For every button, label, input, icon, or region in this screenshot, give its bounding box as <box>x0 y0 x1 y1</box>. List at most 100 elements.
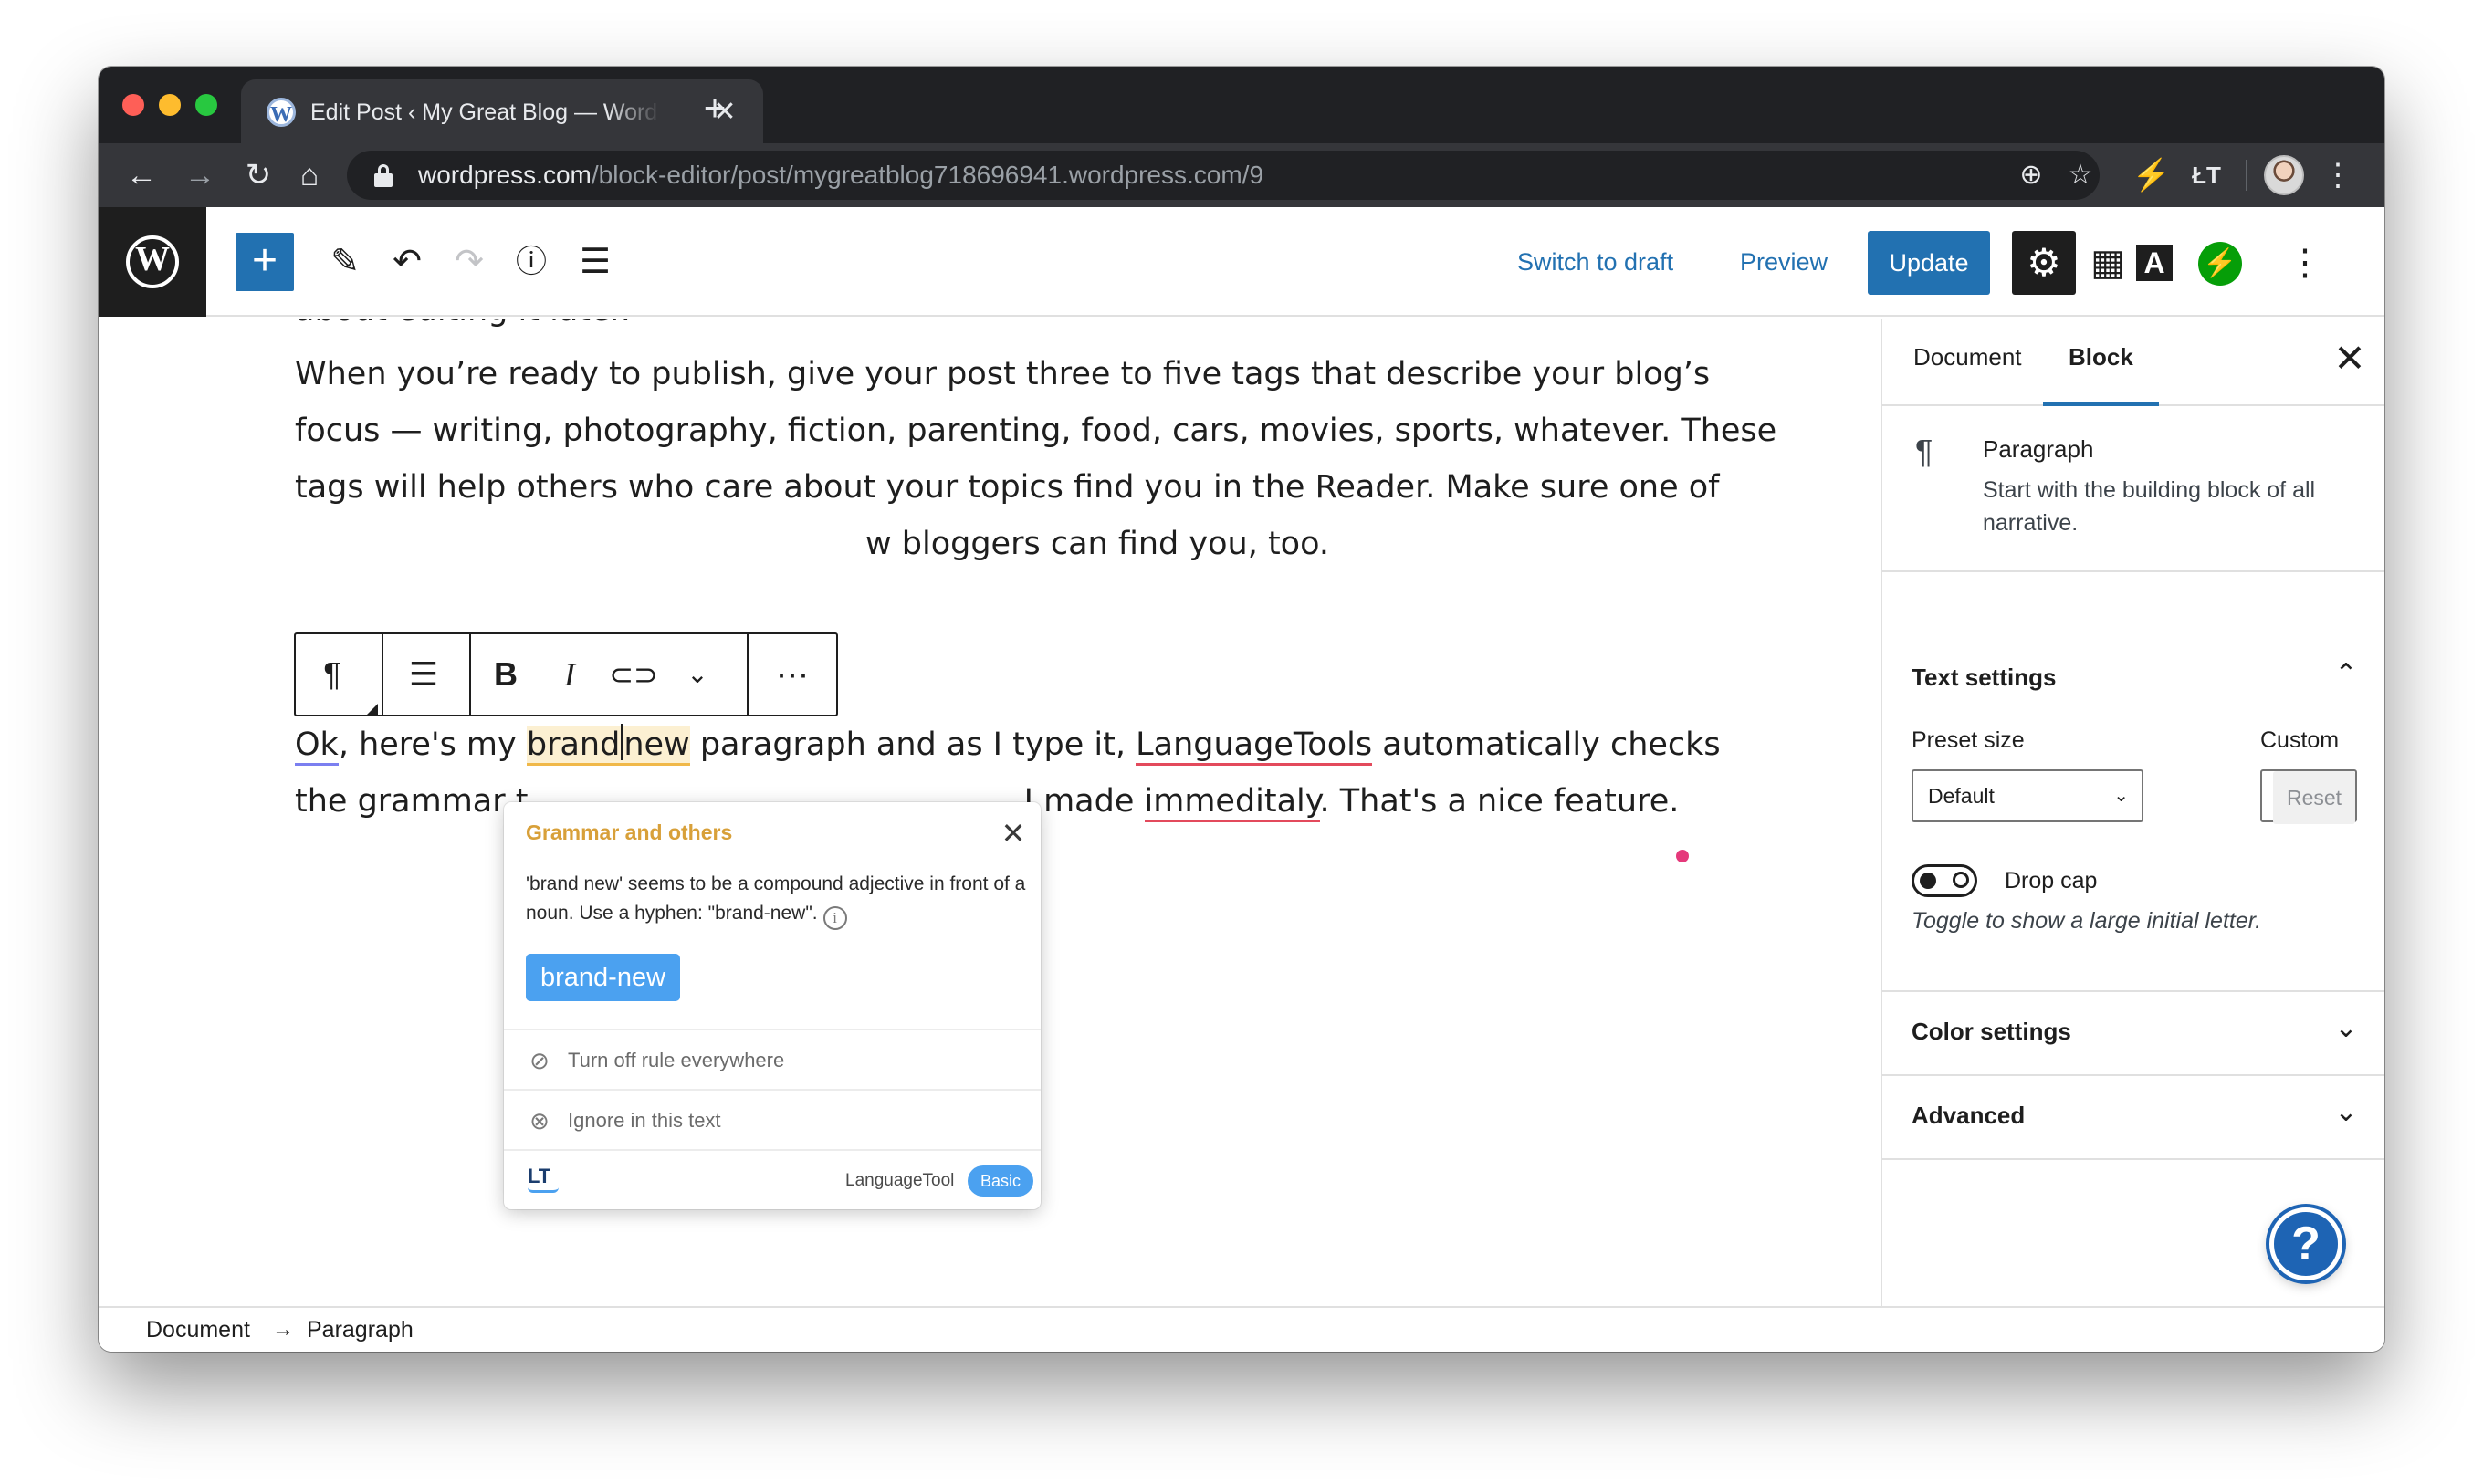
help-button[interactable]: ? <box>2269 1207 2342 1280</box>
paragraph-line: Ok, here's my brand new paragraph and as … <box>295 716 1838 773</box>
previous-paragraph[interactable]: about editing it later. <box>295 319 1838 339</box>
grammar-issue-word[interactable]: brand new <box>526 724 690 766</box>
sidebar-tabs: Document Block ✕ <box>1882 319 2384 406</box>
chevron-down-icon[interactable]: ⌄ <box>2328 1010 2364 1047</box>
languagetool-status-dot[interactable] <box>1676 850 1689 862</box>
editor-header: W + ✎ ↶ ↷ ⓘ ☰ Switch to draft Preview Up… <box>99 207 2384 317</box>
spelling-issue-word[interactable]: LanguageTools <box>1136 726 1373 766</box>
minimize-window-button[interactable] <box>159 94 181 116</box>
more-options-icon[interactable]: ⋮ <box>2273 231 2337 295</box>
settings-gear-icon[interactable]: ⚙ <box>2012 231 2076 295</box>
add-block-button[interactable]: + <box>236 233 294 291</box>
paragraph-line: focus — writing, photography, fiction, p… <box>295 413 1777 449</box>
more-options-icon[interactable]: ⋯ <box>765 647 820 702</box>
undo-icon[interactable]: ↶ <box>380 235 435 289</box>
breadcrumb-document[interactable]: Document <box>146 1308 250 1352</box>
align-icon[interactable]: ☰ <box>396 647 451 702</box>
preview-button[interactable]: Preview <box>1740 244 1828 280</box>
preset-size-select[interactable]: Default ⌄ <box>1912 769 2143 822</box>
languagetool-popup: Grammar and others ✕ 'brand new' seems t… <box>504 802 1041 1209</box>
bold-button[interactable]: B <box>478 647 533 702</box>
close-window-button[interactable] <box>122 94 144 116</box>
new-tab-button[interactable]: + <box>692 85 738 131</box>
issue-message: 'brand new' seems to be a compound adjec… <box>526 870 1026 930</box>
paragraph-block-icon[interactable]: ¶ <box>305 647 360 702</box>
maximize-window-button[interactable] <box>195 94 217 116</box>
font-a-icon[interactable]: A <box>2136 245 2173 281</box>
breadcrumb-paragraph[interactable]: Paragraph <box>307 1308 414 1352</box>
disable-icon: ⊘ <box>529 1047 550 1074</box>
menu-icon[interactable]: ⋮ <box>2315 152 2361 198</box>
link-icon[interactable]: ⊂⊃ <box>606 647 661 702</box>
reset-button[interactable]: Reset <box>2273 771 2355 824</box>
preset-size-label: Preset size <box>1912 727 2025 753</box>
block-breadcrumb: Document → Paragraph <box>99 1306 2384 1352</box>
lock-icon <box>374 163 393 187</box>
style-issue-word[interactable]: Ok <box>295 726 339 766</box>
list-view-icon[interactable]: ☰ <box>568 235 623 289</box>
chevron-down-icon: ⌄ <box>2113 786 2129 806</box>
close-icon[interactable]: ✕ <box>995 815 1032 852</box>
languagetool-brand: LanguageTool <box>845 1171 955 1190</box>
advanced-toggle[interactable]: Advanced <box>1912 1102 2025 1130</box>
close-sidebar-icon[interactable]: ✕ <box>2328 337 2372 381</box>
wordpress-logo-icon: W <box>126 235 179 288</box>
drop-cap-label: Drop cap <box>2005 868 2098 894</box>
chevron-down-icon[interactable]: ⌄ <box>2328 1094 2364 1131</box>
extension-icon[interactable]: ⚡ <box>2129 152 2174 198</box>
tab-block[interactable]: Block <box>2043 319 2159 406</box>
star-icon[interactable]: ☆ <box>2058 152 2103 198</box>
tab-bar: W Edit Post ‹ My Great Blog — WordPress.… <box>99 67 2384 143</box>
edit-pencil-icon[interactable]: ✎ <box>318 235 372 289</box>
paragraph-block-tags[interactable]: When you’re ready to publish, give your … <box>295 346 1838 572</box>
languagetool-icon[interactable]: ŁT <box>2184 152 2229 198</box>
home-icon[interactable]: ⌂ <box>287 152 332 198</box>
browser-toolbar: ← → ↻ ⌂ wordpress.com/block-editor/post/… <box>99 143 2384 207</box>
redo-icon[interactable]: ↷ <box>442 235 497 289</box>
popup-footer: LT LanguageTool Basic <box>504 1149 1041 1209</box>
address-bar[interactable]: wordpress.com/block-editor/post/mygreatb… <box>347 151 2100 200</box>
info-icon[interactable]: i <box>822 906 847 930</box>
avatar[interactable] <box>2264 155 2304 195</box>
drop-cap-help: Toggle to show a large initial letter. <box>1912 908 2262 934</box>
forward-icon[interactable]: → <box>177 152 223 198</box>
add-icon[interactable]: ⊕ <box>2008 152 2054 198</box>
spelling-issue-word[interactable]: immeditaly <box>1144 783 1320 822</box>
wordpress-logo-button[interactable]: W <box>99 207 206 317</box>
tab-title-fade <box>606 92 661 132</box>
custom-size-label: Custom <box>2260 727 2340 753</box>
chevron-down-icon[interactable]: ⌄ <box>670 647 725 702</box>
paragraph-icon: ¶ <box>1915 433 1933 470</box>
url-text: wordpress.com/block-editor/post/mygreatb… <box>418 161 1264 189</box>
languagetool-logo-icon[interactable]: LT <box>528 1165 559 1195</box>
browser-tab[interactable]: W Edit Post ‹ My Great Blog — WordPress.… <box>241 79 763 143</box>
update-button[interactable]: Update <box>1868 231 1990 295</box>
browser-window: W Edit Post ‹ My Great Blog — WordPress.… <box>99 67 2384 1352</box>
paragraph-line: w bloggers can find you, too. <box>865 526 1330 562</box>
block-toolbar: ¶ ☰ B I ⊂⊃ ⌄ ⋯ <box>294 632 838 716</box>
chevron-up-icon[interactable]: ⌃ <box>2328 656 2364 693</box>
text-settings-toggle[interactable]: Text settings <box>1912 664 2056 692</box>
turn-off-rule-button[interactable]: ⊘ Turn off rule everywhere <box>504 1029 1041 1089</box>
block-switcher-indicator <box>367 704 378 715</box>
block-patterns-icon[interactable]: ▦ <box>2076 231 2140 295</box>
color-settings-toggle[interactable]: Color settings <box>1912 1018 2071 1046</box>
back-icon[interactable]: ← <box>119 152 164 198</box>
issue-category: Grammar and others <box>526 820 733 844</box>
paragraph-line: tags will help others who care about you… <box>295 469 1720 506</box>
italic-button[interactable]: I <box>542 647 597 702</box>
jetpack-icon[interactable]: ⚡ <box>2198 242 2242 286</box>
tab-document[interactable]: Document <box>1913 319 2022 406</box>
editor-canvas: about editing it later. When you’re read… <box>99 319 1881 1306</box>
ignore-in-text-button[interactable]: ⊗ Ignore in this text <box>504 1089 1041 1149</box>
block-title: Paragraph <box>1983 435 2094 463</box>
reload-icon[interactable]: ↻ <box>236 152 281 198</box>
block-card: ¶ Paragraph Start with the building bloc… <box>1882 406 2384 572</box>
switch-to-draft-button[interactable]: Switch to draft <box>1517 244 1673 280</box>
paragraph-line: When you’re ready to publish, give your … <box>295 356 1711 392</box>
settings-sidebar: Document Block ✕ ¶ Paragraph Start with … <box>1881 319 2384 1306</box>
suggestion-button[interactable]: brand-new <box>526 954 681 1001</box>
drop-cap-toggle[interactable] <box>1912 864 1977 897</box>
info-icon[interactable]: ⓘ <box>504 235 559 289</box>
plan-badge[interactable]: Basic <box>968 1165 1034 1197</box>
